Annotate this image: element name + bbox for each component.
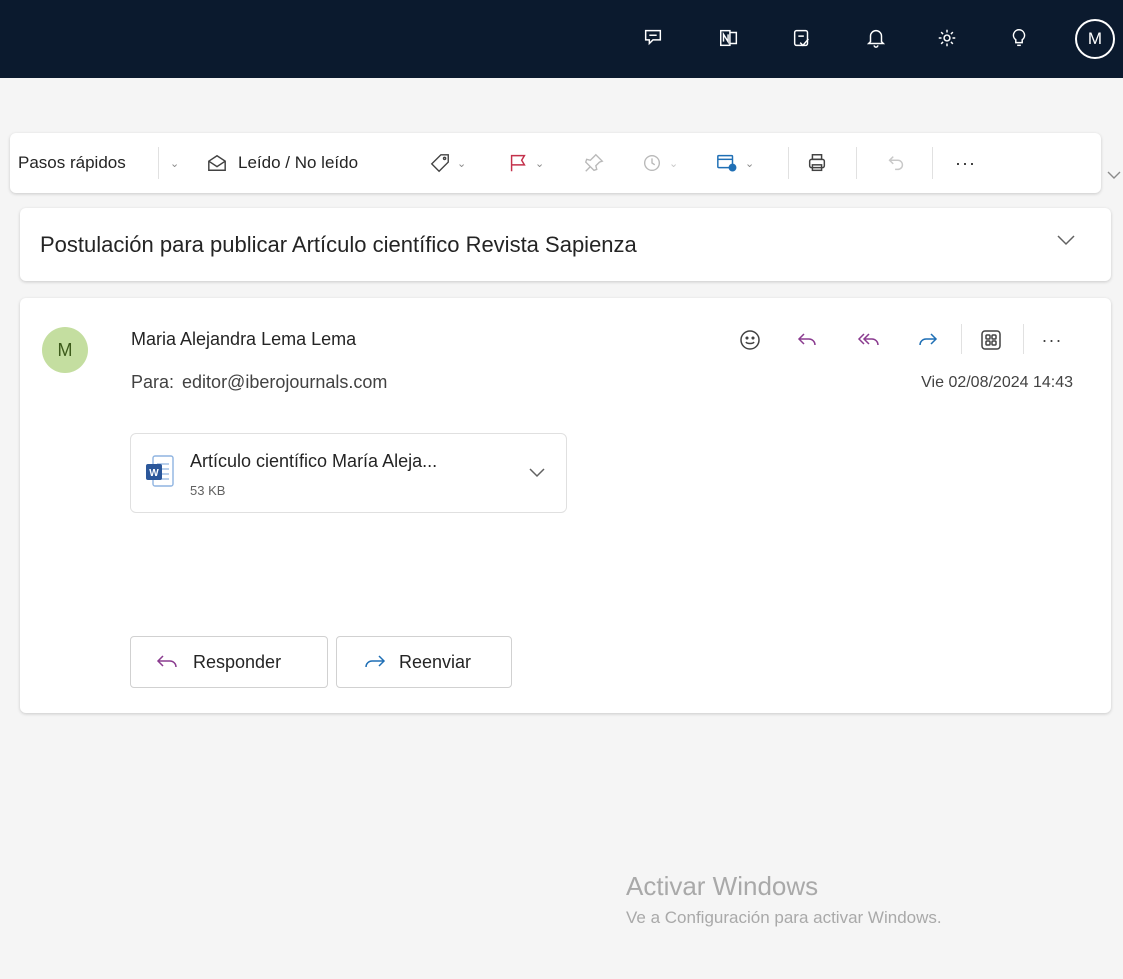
message-more-button[interactable]: ···: [1035, 324, 1069, 356]
apps-grid-icon: [981, 330, 1001, 350]
reply-all-button[interactable]: [852, 324, 886, 356]
attachment-name: Artículo científico María Aleja...: [190, 451, 438, 471]
reply-icon: [797, 333, 816, 346]
onenote-icon[interactable]: [714, 23, 744, 53]
printer-icon: [808, 154, 826, 172]
read-unread-button[interactable]: Leído / No leído: [206, 133, 358, 193]
message-card: M Maria Alejandra Lema Lema Para: editor@…: [20, 298, 1111, 713]
flag-icon: [510, 154, 526, 172]
reply-icon: [156, 655, 177, 668]
todo-checklist-icon[interactable]: [787, 23, 817, 53]
message-date: Vie 02/08/2024 14:43: [921, 374, 1073, 391]
chevron-down-icon: ⌄: [669, 157, 679, 170]
feedback-chat-icon[interactable]: [638, 23, 668, 53]
print-button[interactable]: [806, 133, 828, 193]
sender-avatar[interactable]: M: [42, 327, 88, 373]
reply-all-icon: [857, 333, 879, 346]
reply-button[interactable]: [790, 324, 824, 356]
reaction-button[interactable]: [733, 324, 767, 356]
undo-icon: [888, 156, 904, 171]
subject-card: Postulación para publicar Artículo cient…: [20, 208, 1111, 281]
envelope-open-icon: [208, 154, 226, 171]
forward-button[interactable]: [911, 324, 945, 356]
forward-icon: [365, 655, 386, 668]
undo-button[interactable]: [885, 133, 907, 193]
attachment-chevron-down-icon[interactable]: [527, 466, 547, 485]
flag-button[interactable]: ⌄: [507, 133, 544, 193]
divider: [788, 147, 789, 179]
divider: [856, 147, 857, 179]
gear-icon[interactable]: [932, 23, 962, 53]
top-bar: M: [0, 0, 1123, 78]
attachment-size: 53 KB: [190, 483, 226, 498]
chevron-down-icon: ⌄: [457, 157, 467, 170]
account-avatar[interactable]: M: [1075, 19, 1115, 59]
pin-icon: [584, 153, 604, 172]
divider: [158, 147, 159, 179]
forward-footer-label: Reenviar: [399, 651, 472, 672]
tag-categorize-button[interactable]: ⌄: [429, 133, 466, 193]
word-document-icon: W: [145, 454, 175, 495]
reply-footer-button[interactable]: Responder: [130, 636, 328, 688]
quick-steps-button[interactable]: Pasos rápidos: [18, 133, 126, 193]
divider: [961, 324, 962, 354]
snooze-button[interactable]: ⌄: [641, 133, 678, 193]
bell-icon[interactable]: [861, 23, 891, 53]
subject-title: Postulación para publicar Artículo cient…: [40, 232, 637, 257]
forward-icon: [919, 333, 938, 346]
chevron-down-icon: ⌄: [170, 157, 180, 170]
ribbon-collapse-chevron-icon[interactable]: [1106, 168, 1122, 186]
recipients-line: Para: editor@iberojournals.com: [131, 372, 387, 393]
divider: [1023, 324, 1024, 354]
tag-icon: [430, 154, 449, 173]
svg-text:W: W: [149, 468, 159, 479]
apps-button[interactable]: [974, 324, 1008, 356]
activation-watermark-title: Activar Windows: [626, 871, 819, 901]
rules-button[interactable]: ⌄: [715, 133, 754, 193]
chevron-down-icon: ⌄: [535, 157, 545, 170]
pin-button[interactable]: [583, 133, 605, 193]
attachment-card[interactable]: W Artículo científico María Aleja... 53 …: [130, 433, 567, 513]
reply-footer-label: Responder: [193, 651, 282, 672]
mail-rules-icon: [717, 154, 737, 172]
divider: [932, 147, 933, 179]
command-toolbar: Pasos rápidos ⌄ Leído / No leído ⌄ ⌄ ⌄ ⌄…: [10, 133, 1101, 193]
ellipsis-icon: ···: [955, 152, 976, 173]
quick-steps-label: Pasos rápidos: [18, 153, 126, 172]
more-options-button[interactable]: ···: [955, 133, 976, 193]
forward-footer-button[interactable]: Reenviar: [336, 636, 512, 688]
to-label: Para:: [131, 372, 175, 392]
lightbulb-icon[interactable]: [1004, 23, 1034, 53]
sender-name[interactable]: Maria Alejandra Lema Lema: [131, 329, 356, 350]
recipient-address[interactable]: editor@iberojournals.com: [182, 372, 387, 392]
read-unread-label: Leído / No leído: [238, 153, 359, 172]
smiley-icon: [740, 330, 760, 350]
quick-steps-dropdown[interactable]: ⌄: [164, 133, 179, 193]
clock-icon: [643, 154, 661, 172]
activation-watermark-subtitle: Ve a Configuración para activar Windows.: [626, 908, 942, 927]
chevron-down-icon: ⌄: [745, 157, 755, 170]
expand-conversation-chevron-icon[interactable]: [1056, 233, 1076, 252]
ellipsis-icon: ···: [1041, 329, 1063, 350]
